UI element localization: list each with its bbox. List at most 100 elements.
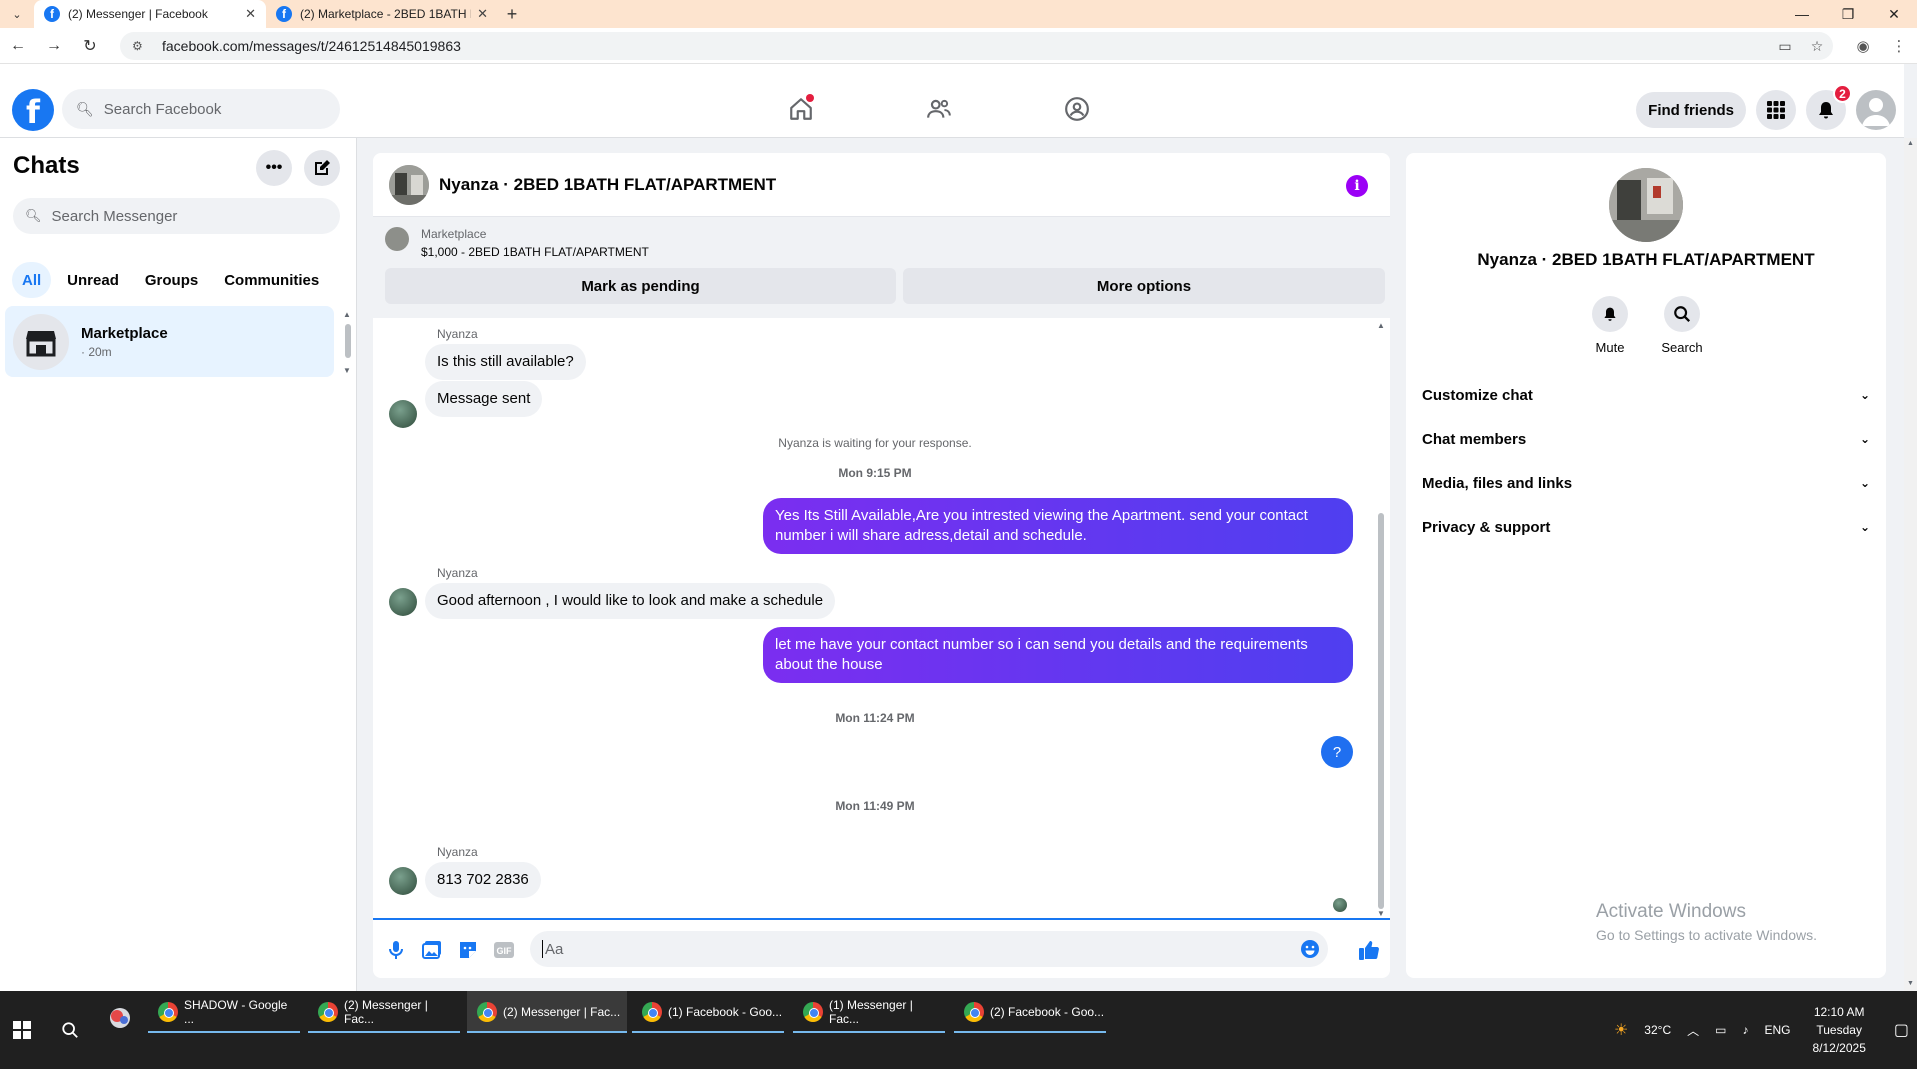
gif-icon[interactable]: GIF	[492, 938, 516, 962]
incoming-message[interactable]: Is this still available?	[425, 344, 586, 380]
sidebar-scrollbar[interactable]: ▲ ▼	[343, 310, 353, 376]
notification-center-icon[interactable]: ▢	[1894, 1020, 1909, 1040]
scroll-up-arrow-icon[interactable]: ▲	[343, 310, 351, 319]
groups-nav-button[interactable]	[1056, 88, 1098, 130]
tab-search-chevron-icon[interactable]: ⌄	[0, 0, 34, 28]
media-files-links-row[interactable]: Media, files and links ⌄	[1422, 461, 1870, 505]
sender-avatar[interactable]	[389, 400, 417, 428]
menu-grid-button[interactable]	[1756, 90, 1796, 130]
more-options-button[interactable]: More options	[903, 268, 1385, 304]
url-field[interactable]: ⚙ facebook.com/messages/t/24612514845019…	[120, 32, 1833, 60]
activate-windows-watermark: Activate Windows Go to Settings to activ…	[1596, 901, 1817, 943]
taskbar-window[interactable]: (1) Facebook - Goo...	[632, 991, 784, 1033]
conversation-scrollbar[interactable]: ▲ ▼	[1376, 321, 1386, 918]
taskbar-window-active[interactable]: (2) Messenger | Fac...	[467, 991, 627, 1033]
taskbar-window[interactable]: (2) Messenger | Fac...	[308, 991, 460, 1033]
account-avatar[interactable]	[1856, 90, 1896, 130]
tab-messenger[interactable]: f (2) Messenger | Facebook ✕	[34, 0, 266, 28]
taskbar-clock[interactable]: 12:10 AM Tuesday 8/12/2025	[1812, 1003, 1865, 1057]
taskbar-window[interactable]: SHADOW - Google ...	[148, 991, 300, 1033]
windows-start-button[interactable]	[0, 991, 44, 1069]
notifications-button[interactable]: 2	[1806, 84, 1852, 130]
restore-icon[interactable]: ❐	[1825, 0, 1871, 28]
incoming-message[interactable]: Message sent	[425, 381, 543, 417]
close-window-icon[interactable]: ✕	[1871, 0, 1917, 28]
friends-nav-button[interactable]	[918, 88, 960, 130]
scroll-down-arrow-icon[interactable]: ▼	[343, 366, 351, 375]
listing-title[interactable]: $1,000 - 2BED 1BATH FLAT/APARTMENT	[421, 245, 649, 259]
filter-groups[interactable]: Groups	[135, 262, 208, 298]
close-tab-icon[interactable]: ✕	[245, 6, 256, 22]
privacy-support-row[interactable]: Privacy & support ⌄	[1422, 505, 1870, 549]
new-tab-button[interactable]: +	[498, 0, 526, 28]
emoji-icon[interactable]	[1300, 939, 1320, 963]
back-icon[interactable]: ←	[0, 28, 36, 64]
filter-unread[interactable]: Unread	[57, 262, 129, 298]
listing-thumbnail	[385, 227, 409, 251]
scroll-down-arrow-icon[interactable]: ▼	[1907, 980, 1914, 987]
profile-icon[interactable]: ◉	[1845, 37, 1881, 55]
network-icon[interactable]: ▭	[1715, 1023, 1726, 1037]
outgoing-message[interactable]: Yes Its Still Available,Are you intreste…	[763, 498, 1353, 554]
reload-icon[interactable]: ↻	[72, 28, 108, 64]
messenger-search-input[interactable]: 🔍︎ Search Messenger	[13, 198, 340, 234]
find-friends-button[interactable]: Find friends	[1636, 92, 1746, 128]
outgoing-message[interactable]: let me have your contact number so i can…	[763, 627, 1353, 683]
message-input[interactable]: Aa	[530, 931, 1328, 967]
volume-icon[interactable]: ♪	[1742, 1023, 1748, 1037]
marketplace-label: Marketplace	[421, 227, 487, 241]
scroll-thumb[interactable]	[1378, 513, 1384, 909]
tab-marketplace[interactable]: f (2) Marketplace - 2BED 1BATH FLA ✕	[266, 0, 498, 28]
sender-avatar[interactable]	[389, 867, 417, 895]
incoming-message[interactable]: Good afternoon , I would like to look an…	[425, 583, 836, 619]
scroll-thumb[interactable]	[345, 324, 351, 358]
taskbar-window-label: (2) Facebook - Goo...	[990, 1005, 1105, 1019]
close-tab-icon[interactable]: ✕	[477, 6, 488, 22]
scroll-down-arrow-icon[interactable]: ▼	[1377, 909, 1385, 918]
scroll-up-arrow-icon[interactable]: ▲	[1377, 321, 1385, 330]
facebook-logo-icon[interactable]: f	[12, 89, 54, 131]
scroll-up-arrow-icon[interactable]: ▲	[1907, 140, 1914, 147]
language-indicator[interactable]: ENG	[1764, 1023, 1790, 1037]
chrome-icon	[318, 1002, 338, 1022]
photo-icon[interactable]	[420, 938, 444, 962]
filter-communities[interactable]: Communities	[214, 262, 329, 298]
system-notice: Nyanza is waiting for your response.	[778, 436, 972, 450]
search-conversation-button[interactable]: Search	[1652, 296, 1712, 355]
home-nav-button[interactable]	[780, 88, 822, 130]
forward-icon[interactable]: →	[36, 28, 72, 64]
outgoing-message[interactable]: ?	[1321, 736, 1353, 768]
install-app-icon[interactable]: ▭	[1769, 38, 1801, 55]
weather-icon[interactable]: ☀	[1614, 1020, 1628, 1040]
browser-menu-icon[interactable]: ⋮	[1881, 37, 1917, 55]
info-icon[interactable]: i	[1346, 175, 1368, 197]
sticker-icon[interactable]	[456, 938, 480, 962]
filter-all[interactable]: All	[12, 262, 52, 298]
taskbar-search-icon[interactable]	[48, 991, 92, 1069]
conversation-title[interactable]: Nyanza · 2BED 1BATH FLAT/APARTMENT	[439, 175, 776, 195]
customize-chat-row[interactable]: Customize chat ⌄	[1422, 373, 1870, 417]
facebook-search-input[interactable]: 🔍︎ Search Facebook	[62, 89, 340, 129]
chat-members-row[interactable]: Chat members ⌄	[1422, 417, 1870, 461]
pinned-app-icon[interactable]	[105, 1003, 135, 1033]
conversation-large-photo[interactable]	[1609, 168, 1683, 242]
taskbar-window[interactable]: (1) Messenger | Fac...	[793, 991, 945, 1033]
conversation-thumbnail[interactable]	[389, 164, 429, 205]
bookmark-star-icon[interactable]: ☆	[1801, 38, 1833, 55]
active-indicator	[793, 1031, 945, 1033]
mute-button[interactable]: Mute	[1580, 296, 1640, 355]
site-info-icon[interactable]: ⚙	[132, 39, 152, 53]
incoming-message[interactable]: 813 702 2836	[425, 862, 541, 898]
microphone-icon[interactable]	[384, 938, 408, 962]
mark-as-pending-button[interactable]: Mark as pending	[385, 268, 896, 304]
like-thumbs-up-icon[interactable]	[1357, 938, 1381, 962]
weather-temp[interactable]: 32°C	[1644, 1023, 1671, 1037]
taskbar-window[interactable]: (2) Facebook - Goo...	[954, 991, 1106, 1033]
new-message-button[interactable]	[304, 150, 340, 186]
page-scrollbar[interactable]: ▲ ▼	[1904, 138, 1917, 991]
chat-list-item[interactable]: Marketplace · 20m	[5, 306, 334, 377]
minimize-icon[interactable]: —	[1779, 0, 1825, 28]
sender-avatar[interactable]	[389, 588, 417, 616]
show-hidden-icons-icon[interactable]: ︿	[1687, 1022, 1699, 1039]
chat-options-button[interactable]: •••	[256, 150, 292, 186]
